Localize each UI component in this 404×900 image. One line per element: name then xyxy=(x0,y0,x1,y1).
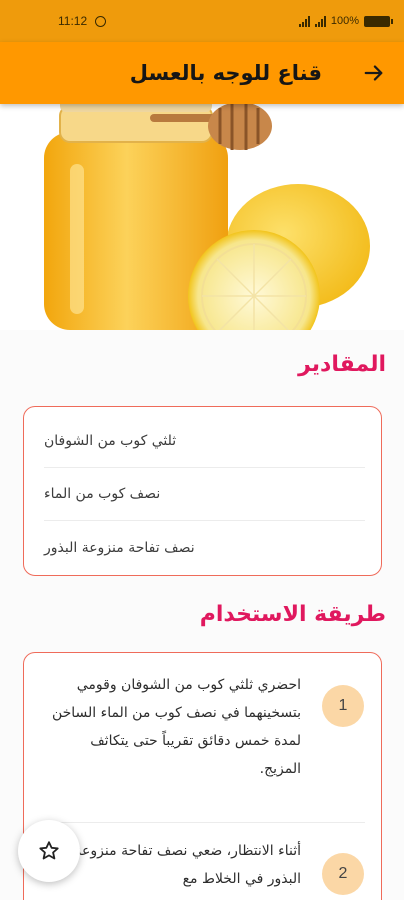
ingredient-item: نصف كوب من الماء xyxy=(44,468,365,521)
step-text: احضري ثلثي كوب من الشوفان وقومي بتسخينهم… xyxy=(51,677,301,777)
status-bar: 11:12 100% xyxy=(0,0,404,42)
signal-icon xyxy=(298,15,310,27)
ingredients-card: ثلثي كوب من الشوفان نصف كوب من الماء نصف… xyxy=(23,406,382,576)
ingredient-item: ثلثي كوب من الشوفان xyxy=(44,415,365,468)
battery-icon xyxy=(364,15,393,27)
signal-icon-2 xyxy=(314,15,326,27)
alarm-icon xyxy=(95,15,107,27)
step-item: 1 احضري ثلثي كوب من الشوفان وقومي بتسخين… xyxy=(38,653,365,823)
star-outline-icon xyxy=(39,841,59,860)
step-item: 2 أثناء الانتظار، ضعي نصف تفاحة منزوعة ا… xyxy=(38,823,365,900)
status-right: 100% xyxy=(298,15,393,27)
step-number-badge: 1 xyxy=(322,685,364,727)
ingredients-title: المقادير xyxy=(298,352,386,377)
back-button[interactable] xyxy=(360,59,388,87)
arrow-right-icon xyxy=(364,65,383,81)
battery-percent: 100% xyxy=(330,15,359,27)
page-title: قناع للوجه بالعسل xyxy=(129,61,322,85)
favorite-button[interactable] xyxy=(18,820,80,882)
usage-title: طريقة الاستخدام xyxy=(199,602,386,627)
ingredient-item: نصف تفاحة منزوعة البذور xyxy=(44,539,195,556)
step-text: أثناء الانتظار، ضعي نصف تفاحة منزوعة الب… xyxy=(74,843,301,887)
status-time: 11:12 xyxy=(58,14,88,28)
app-bar: قناع للوجه بالعسل xyxy=(0,42,404,104)
step-number-badge: 2 xyxy=(322,853,364,895)
hero-image xyxy=(0,104,404,330)
